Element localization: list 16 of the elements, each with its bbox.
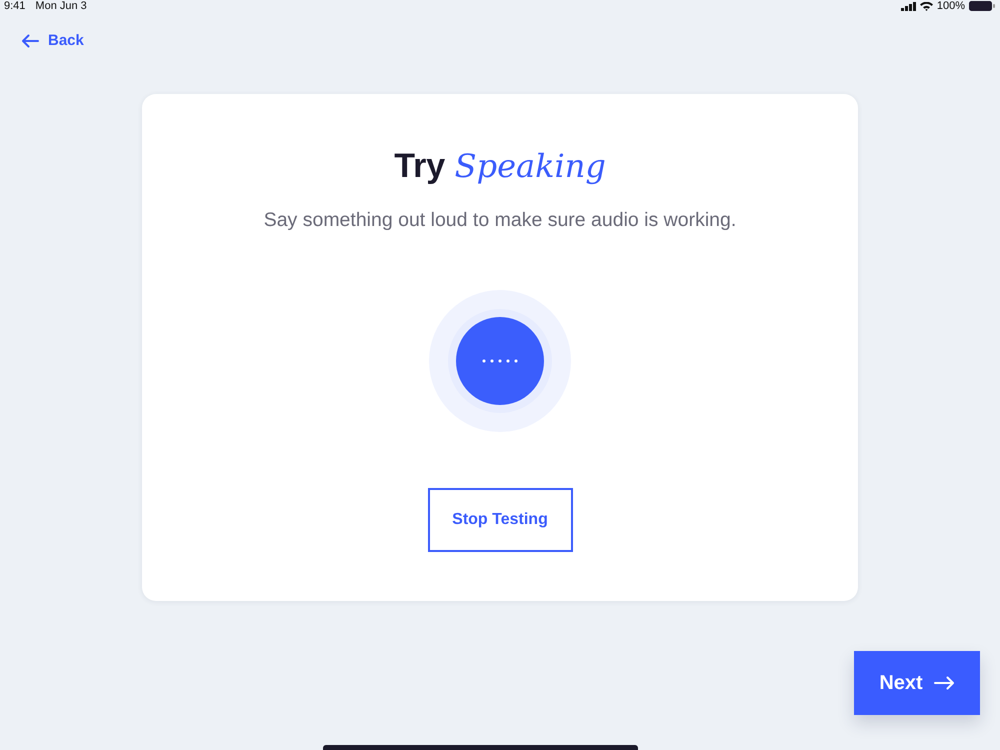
status-date: Mon Jun 3 bbox=[35, 0, 87, 12]
arrow-left-icon bbox=[21, 34, 39, 48]
stop-testing-button[interactable]: Stop Testing bbox=[428, 488, 572, 552]
back-label: Back bbox=[48, 32, 84, 50]
next-button[interactable]: Next bbox=[854, 651, 980, 716]
card-title: Try Speaking bbox=[394, 146, 606, 188]
back-link[interactable]: Back bbox=[21, 32, 84, 50]
signal-icon bbox=[900, 2, 916, 10]
dots-icon bbox=[482, 360, 518, 363]
status-time: 9:41 bbox=[4, 0, 26, 12]
battery-icon bbox=[969, 1, 995, 11]
battery-percent: 100% bbox=[936, 0, 965, 12]
card-subtitle: Say something out loud to make sure audio is working. bbox=[264, 208, 736, 232]
next-label: Next bbox=[879, 672, 923, 695]
arrow-right-icon bbox=[934, 676, 955, 690]
wifi-icon bbox=[920, 2, 933, 10]
